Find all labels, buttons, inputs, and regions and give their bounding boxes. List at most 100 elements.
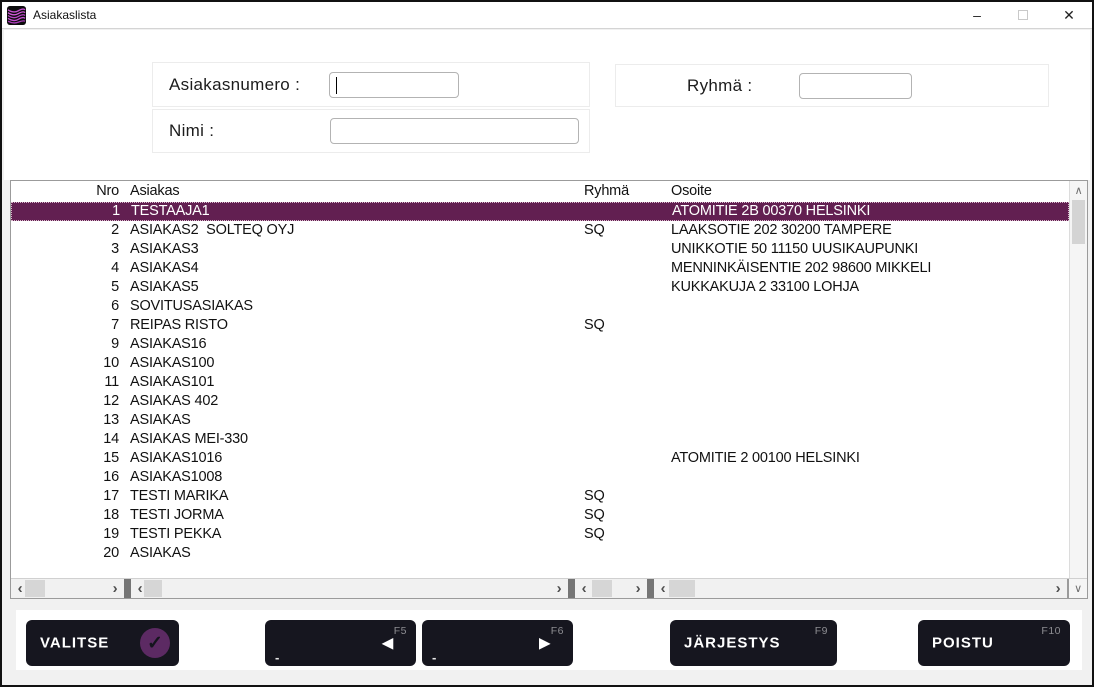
hscrollbar-pane2[interactable]: ‹ › xyxy=(131,579,568,598)
cell-nro: 11 xyxy=(61,373,119,392)
scroll-right-icon[interactable]: › xyxy=(631,579,645,598)
table-row[interactable]: 18TESTI JORMASQ xyxy=(11,506,1069,525)
cell-osoite: ATOMITIE 2B 00370 HELSINKI xyxy=(672,203,870,220)
cell-asiakas: ASIAKAS MEI-330 xyxy=(130,430,248,449)
vertical-scrollbar[interactable]: ∧ xyxy=(1069,181,1087,578)
cell-asiakas: ASIAKAS1008 xyxy=(130,468,222,487)
cell-nro: 1 xyxy=(62,203,120,220)
scroll-left-icon[interactable]: ‹ xyxy=(577,579,591,598)
fkey-label: F5 xyxy=(394,625,407,637)
fkey-label: F6 xyxy=(551,625,564,637)
fkey-label: F9 xyxy=(815,625,828,637)
vertical-scroll-thumb[interactable] xyxy=(1072,200,1085,244)
hscrollbar-pane3[interactable]: ‹ › xyxy=(575,579,647,598)
cell-asiakas: ASIAKAS101 xyxy=(130,373,214,392)
cell-asiakas: ASIAKAS1016 xyxy=(130,449,222,468)
asiakasnumero-input[interactable] xyxy=(329,72,459,98)
table-row[interactable]: 5ASIAKAS5KUKKAKUJA 2 33100 LOHJA xyxy=(11,278,1069,297)
table-row[interactable]: 11 ASIAKAS101 xyxy=(11,373,1069,392)
table-header: Nro Asiakas Ryhmä Osoite xyxy=(11,181,1069,202)
scroll-left-icon[interactable]: ‹ xyxy=(656,579,670,598)
hscrollbar-pane1[interactable]: ‹ › xyxy=(11,579,124,598)
table-row[interactable]: 20ASIAKAS xyxy=(11,544,1069,563)
scroll-up-icon[interactable]: ∧ xyxy=(1070,182,1087,199)
valitse-button[interactable]: VALITSE ✓ xyxy=(26,620,179,666)
cell-osoite: ATOMITIE 2 00100 HELSINKI xyxy=(671,449,860,468)
check-circle: ✓ xyxy=(140,628,170,658)
table-body: 1TESTAAJA1ATOMITIE 2B 00370 HELSINKI2ASI… xyxy=(11,202,1069,578)
table-row[interactable]: 13 ASIAKAS xyxy=(11,411,1069,430)
cell-osoite: MENNINKÄISENTIE 202 98600 MIKKELI xyxy=(671,259,931,278)
cell-asiakas: TESTI MARIKA xyxy=(130,487,228,506)
scroll-right-icon[interactable]: › xyxy=(1051,579,1065,598)
next-button[interactable]: F6 ▶ - xyxy=(422,620,573,666)
previous-button[interactable]: F5 ◀ - xyxy=(265,620,416,666)
table-row[interactable]: 4 ASIAKAS4 MENNINKÄISENTIE 202 98600 MIKKE… xyxy=(11,259,1069,278)
hscroll-thumb[interactable] xyxy=(669,580,695,597)
cell-asiakas: TESTI PEKKA xyxy=(130,525,221,544)
table-row[interactable]: 17TESTI MARIKASQ xyxy=(11,487,1069,506)
cell-asiakas: ASIAKAS4 xyxy=(130,259,199,278)
pane-splitter[interactable] xyxy=(568,579,575,598)
column-header-ryhma: Ryhmä xyxy=(584,183,629,199)
scroll-right-icon[interactable]: › xyxy=(552,579,566,598)
nimi-label: Nimi : xyxy=(169,121,214,141)
table-row[interactable]: 2ASIAKAS2 SOLTEQ OYJSQLAAKSOTIE 202 3020… xyxy=(11,221,1069,240)
jarjestys-button[interactable]: JÄRJESTYS F9 xyxy=(670,620,837,666)
asiakasnumero-label: Asiakasnumero : xyxy=(169,75,300,95)
nimi-group: Nimi : xyxy=(152,109,590,153)
cell-asiakas: ASIAKAS16 xyxy=(130,335,206,354)
valitse-label: VALITSE xyxy=(40,635,109,652)
cell-ryhma: SQ xyxy=(584,221,605,240)
cell-asiakas: ASIAKAS 402 xyxy=(130,392,218,411)
table-row[interactable]: 15 ASIAKAS1016 ATOMITIE 2 00100 HELSINKI xyxy=(11,449,1069,468)
ryhma-input[interactable] xyxy=(799,73,912,99)
table-row[interactable]: 9ASIAKAS16 xyxy=(11,335,1069,354)
pane-splitter[interactable] xyxy=(647,579,654,598)
table-row[interactable]: 3ASIAKAS3UNIKKOTIE 50 11150 UUSIKAUPUNKI xyxy=(11,240,1069,259)
cell-nro: 15 xyxy=(61,449,119,468)
app-window: Asiakaslista – ✕ Asiakasnumero : Nimi : … xyxy=(0,0,1094,687)
table-row[interactable]: 16ASIAKAS1008 xyxy=(11,468,1069,487)
cell-nro: 14 xyxy=(61,430,119,449)
next-sub-label: - xyxy=(432,650,437,665)
close-button[interactable]: ✕ xyxy=(1046,2,1092,28)
minimize-button[interactable]: – xyxy=(954,2,1000,28)
cell-nro: 19 xyxy=(61,525,119,544)
table-row[interactable]: 19TESTI PEKKASQ xyxy=(11,525,1069,544)
hscrollbar-pane4[interactable]: ‹ › xyxy=(654,579,1067,598)
scroll-down-icon[interactable]: ∨ xyxy=(1069,579,1087,598)
customer-table: Nro Asiakas Ryhmä Osoite 1TESTAAJA1ATOMI… xyxy=(10,180,1088,599)
table-row[interactable]: 14 ASIAKAS MEI-330 xyxy=(11,430,1069,449)
ryhma-label: Ryhmä : xyxy=(687,76,752,96)
nimi-input[interactable] xyxy=(330,118,579,144)
table-row[interactable]: 6SOVITUSASIAKAS xyxy=(11,297,1069,316)
hscroll-thumb[interactable] xyxy=(592,580,612,597)
cell-nro: 4 xyxy=(61,259,119,278)
scroll-right-icon[interactable]: › xyxy=(108,579,122,598)
pane-splitter[interactable] xyxy=(124,579,131,598)
cell-nro: 13 xyxy=(61,411,119,430)
table-row[interactable]: 1TESTAAJA1ATOMITIE 2B 00370 HELSINKI xyxy=(11,202,1069,221)
maximize-button[interactable] xyxy=(1000,2,1046,28)
hscroll-thumb[interactable] xyxy=(144,580,162,597)
hscroll-thumb[interactable] xyxy=(25,580,45,597)
column-header-nro: Nro xyxy=(61,183,119,199)
cell-nro: 12 xyxy=(61,392,119,411)
fkey-label: F10 xyxy=(1041,625,1061,637)
cell-asiakas: REIPAS RISTO xyxy=(130,316,228,335)
cell-osoite: KUKKAKUJA 2 33100 LOHJA xyxy=(671,278,859,297)
table-row[interactable]: 10ASIAKAS100 xyxy=(11,354,1069,373)
poistu-label: POISTU xyxy=(932,635,994,652)
arrow-right-icon: ▶ xyxy=(539,635,551,652)
cell-asiakas: ASIAKAS xyxy=(130,411,191,430)
button-bar: VALITSE ✓ F5 ◀ - F6 ▶ - JÄRJESTYS F9 POI… xyxy=(16,610,1082,670)
prev-sub-label: - xyxy=(275,650,280,665)
table-row[interactable]: 7REIPAS RISTOSQ xyxy=(11,316,1069,335)
table-row[interactable]: 12 ASIAKAS 402 xyxy=(11,392,1069,411)
app-logo-icon xyxy=(7,6,26,25)
cell-asiakas: SOVITUSASIAKAS xyxy=(130,297,253,316)
cell-nro: 17 xyxy=(61,487,119,506)
column-header-osoite: Osoite xyxy=(671,183,712,199)
poistu-button[interactable]: POISTU F10 xyxy=(918,620,1070,666)
